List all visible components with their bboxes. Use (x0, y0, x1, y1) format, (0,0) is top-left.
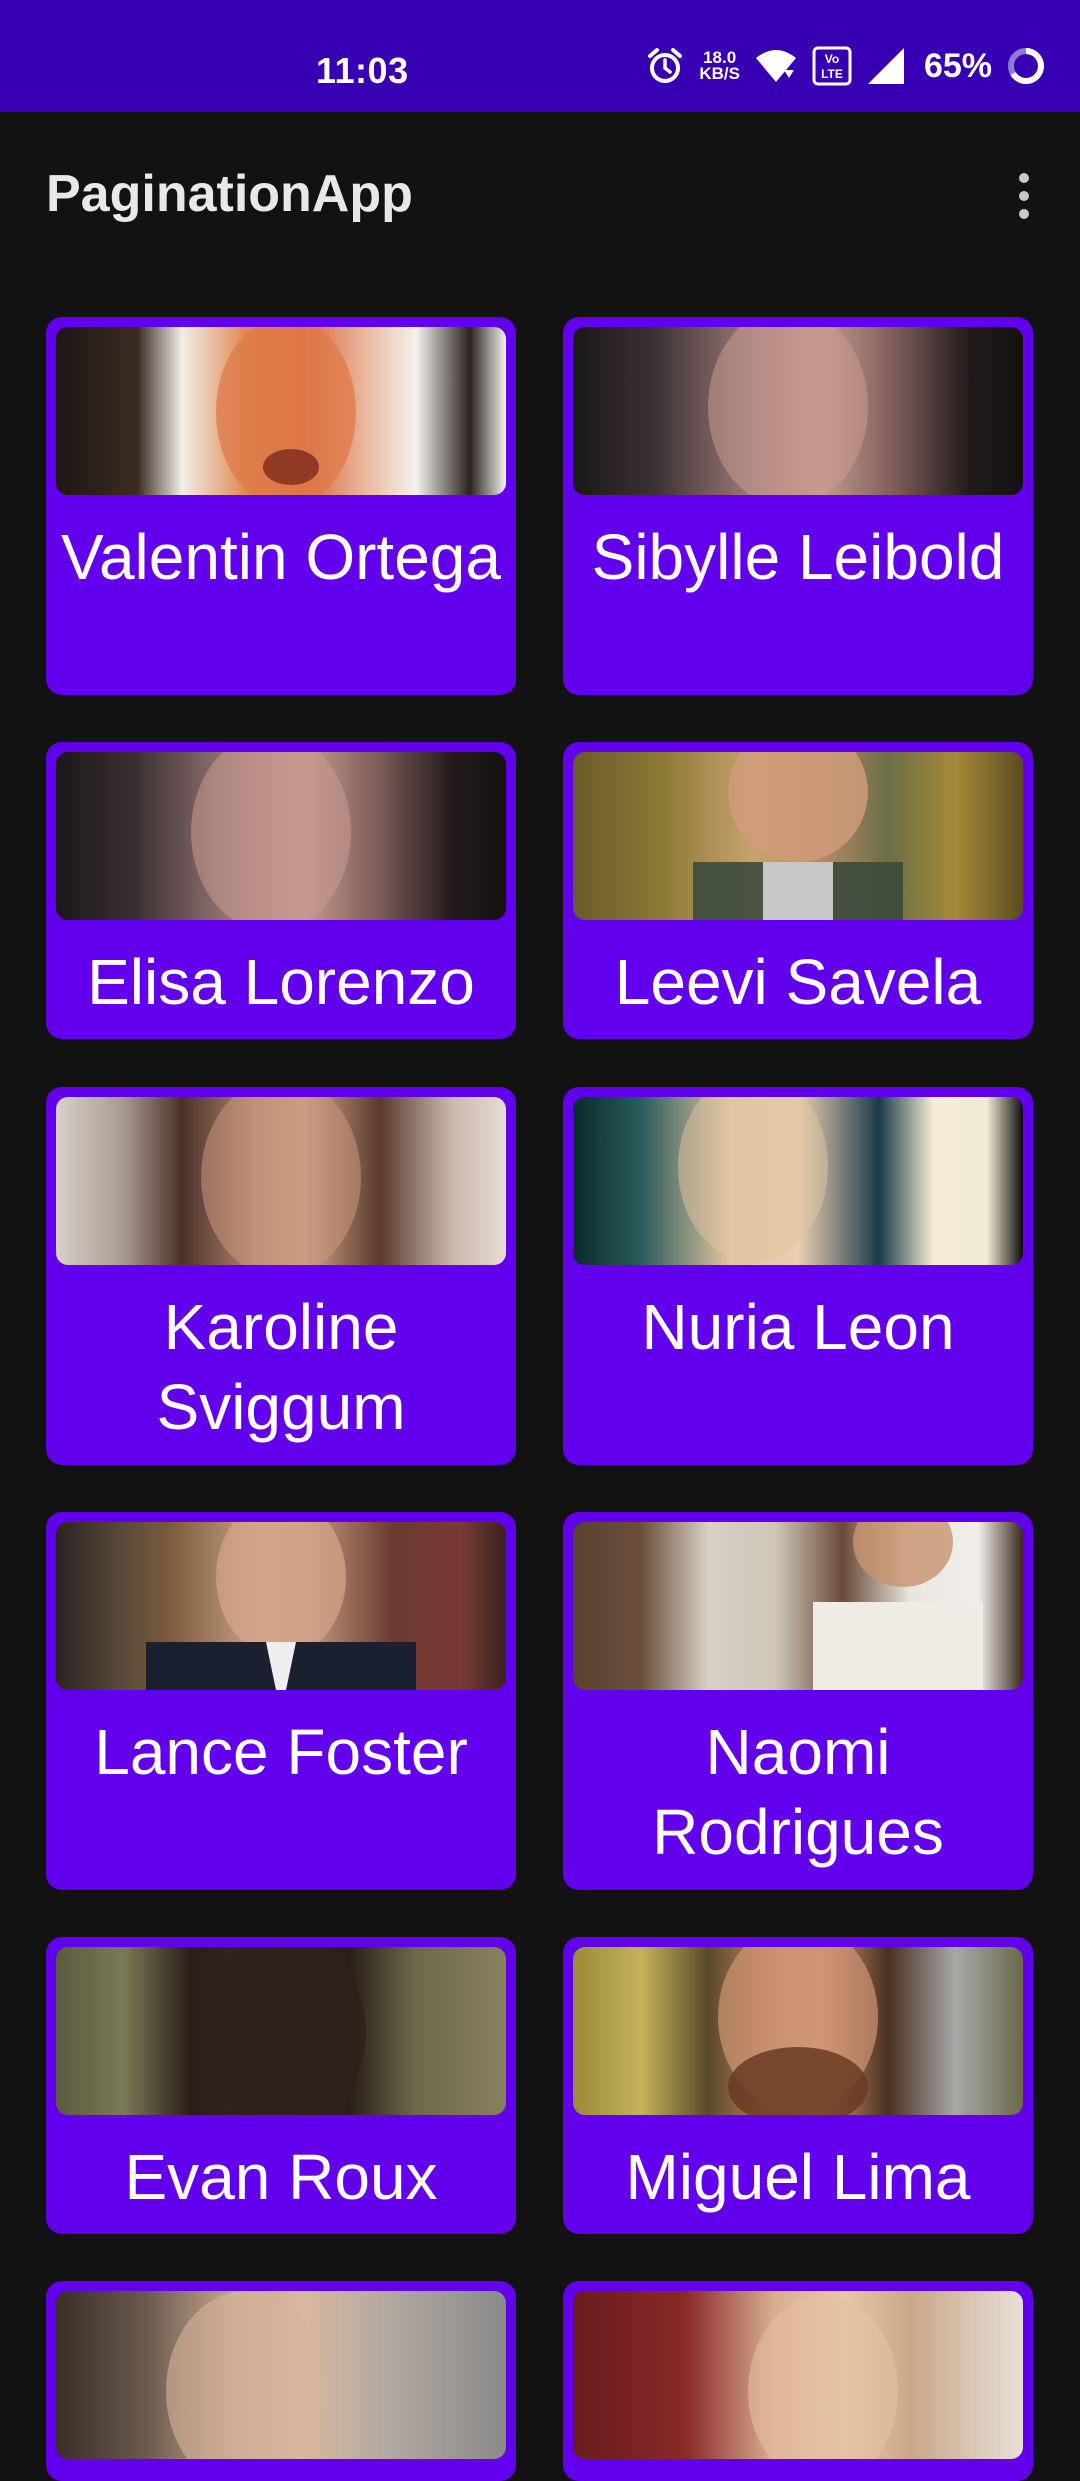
user-photo (573, 1522, 1023, 1690)
user-photo (56, 1522, 506, 1690)
user-photo (56, 752, 506, 920)
user-card[interactable]: Nuria Leon (563, 1087, 1033, 1465)
user-photo (56, 1947, 506, 2115)
user-photo (573, 1947, 1023, 2115)
face-placeholder-icon (718, 1947, 878, 2115)
face-placeholder-icon (191, 752, 351, 920)
user-name: Elisa Lorenzo (87, 946, 475, 1018)
user-name: Sibylle Leibold (591, 521, 1005, 593)
user-card[interactable]: Karoline Sviggum (46, 1087, 516, 1465)
face-placeholder-icon (708, 327, 868, 495)
face-placeholder-icon (813, 1522, 983, 1690)
user-card[interactable] (46, 2281, 516, 2481)
user-card[interactable]: Evan Roux (46, 1937, 516, 2234)
user-photo (56, 1097, 506, 1265)
face-placeholder-icon (166, 2291, 326, 2459)
user-card[interactable]: Valentin Ortega (46, 317, 516, 695)
user-name: Evan Roux (124, 2141, 438, 2213)
user-photo (573, 752, 1023, 920)
user-card[interactable] (563, 2281, 1033, 2481)
user-name: Miguel Lima (625, 2141, 971, 2213)
user-photo (573, 1097, 1023, 1265)
face-placeholder-icon (748, 2296, 898, 2459)
user-name: Karoline Sviggum (156, 1291, 406, 1443)
user-photo (573, 2291, 1023, 2459)
user-card[interactable]: Naomi Rodrigues (563, 1512, 1033, 1890)
face-placeholder-icon (201, 1097, 361, 1265)
user-card[interactable]: Miguel Lima (563, 1937, 1033, 2234)
face-placeholder-icon (678, 1097, 828, 1262)
face-placeholder-icon (206, 1947, 366, 2115)
user-grid: Valentin Ortega Sibylle Leibold Elisa Lo… (0, 0, 1080, 2481)
user-name: Nuria Leon (641, 1291, 955, 1363)
user-card[interactable]: Leevi Savela (563, 742, 1033, 1039)
user-card[interactable]: Lance Foster (46, 1512, 516, 1890)
user-name: Naomi Rodrigues (652, 1716, 944, 1868)
user-photo (56, 327, 506, 495)
user-name: Lance Foster (94, 1716, 468, 1788)
user-name: Valentin Ortega (61, 521, 501, 593)
user-card[interactable]: Elisa Lorenzo (46, 742, 516, 1039)
face-placeholder-icon (693, 752, 903, 920)
user-card[interactable]: Sibylle Leibold (563, 317, 1033, 695)
face-placeholder-icon (146, 1522, 416, 1690)
user-photo (573, 327, 1023, 495)
user-photo (56, 2291, 506, 2459)
user-name: Leevi Savela (614, 946, 982, 1018)
face-placeholder-icon (216, 327, 356, 495)
